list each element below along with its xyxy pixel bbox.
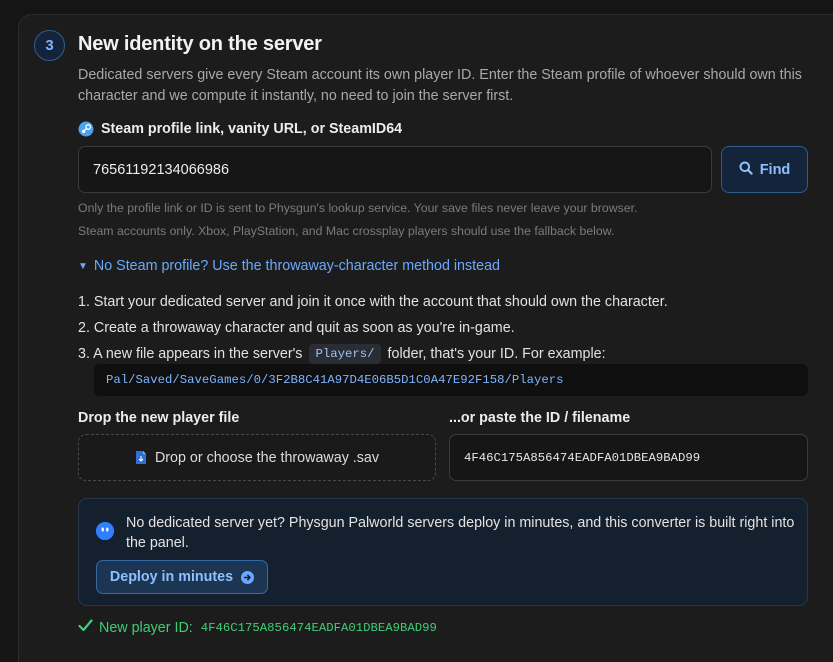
- fallback-toggle-label: No Steam profile? Use the throwaway-char…: [93, 258, 500, 274]
- result-player-id: 4F46C175A856474EADFA01DBEA9BAD99: [200, 620, 437, 635]
- drop-label: Drop the new player file: [78, 410, 240, 426]
- fallback-step-3-start: 3. A new file appears in the server's: [78, 346, 303, 362]
- fallback-step-1: 1. Start your dedicated server and join …: [78, 294, 668, 310]
- fallback-toggle[interactable]: ▼ No Steam profile? Use the throwaway-ch…: [78, 258, 500, 274]
- promo-banner: No dedicated server yet? Physgun Palworl…: [78, 498, 808, 606]
- fallback-steps: 1. Start your dedicated server and join …: [78, 289, 668, 367]
- steam-id-input[interactable]: [78, 146, 712, 193]
- check-icon: [78, 619, 93, 636]
- player-file-dropzone[interactable]: Drop or choose the throwaway .sav: [78, 434, 436, 481]
- step-number-badge: 3: [34, 30, 65, 61]
- result-label: New player ID:: [99, 619, 193, 636]
- privacy-hint: Only the profile link or ID is sent to P…: [78, 201, 638, 215]
- fallback-step-2: 2. Create a throwaway character and quit…: [78, 320, 515, 336]
- dropzone-text: Drop or choose the throwaway .sav: [154, 449, 380, 466]
- arrow-right-icon: [241, 570, 255, 584]
- steam-only-hint: Steam accounts only. Xbox, PlayStation, …: [78, 224, 615, 238]
- promo-text: No dedicated server yet? Physgun Palworl…: [126, 515, 795, 551]
- example-path: Pal/Saved/SaveGames/0/3F2B8C41A97D4E06B5…: [94, 364, 808, 396]
- find-button[interactable]: Find: [721, 146, 808, 193]
- deploy-button-label: Deploy in minutes: [109, 569, 234, 585]
- fallback-step-3-end: folder, that's your ID. For example:: [387, 346, 606, 362]
- step-description: Dedicated servers give every Steam accou…: [78, 67, 802, 104]
- players-folder-code: Players/: [309, 344, 381, 364]
- file-icon: [135, 450, 147, 465]
- deploy-button[interactable]: Deploy in minutes: [96, 560, 268, 594]
- steam-icon: [78, 121, 94, 137]
- find-button-label: Find: [759, 161, 791, 178]
- search-icon: [739, 161, 753, 179]
- step-title: New identity on the server: [78, 33, 322, 55]
- steam-field-label: Steam profile link, vanity URL, or Steam…: [78, 121, 402, 137]
- paste-label: ...or paste the ID / filename: [449, 410, 631, 426]
- player-id-input[interactable]: [449, 434, 808, 481]
- steam-field-label-text: Steam profile link, vanity URL, or Steam…: [101, 121, 403, 137]
- physgun-icon: [96, 522, 114, 540]
- caret-down-icon: ▼: [78, 260, 88, 272]
- result-line: New player ID: 4F46C175A856474EADFA01DBE…: [78, 619, 437, 636]
